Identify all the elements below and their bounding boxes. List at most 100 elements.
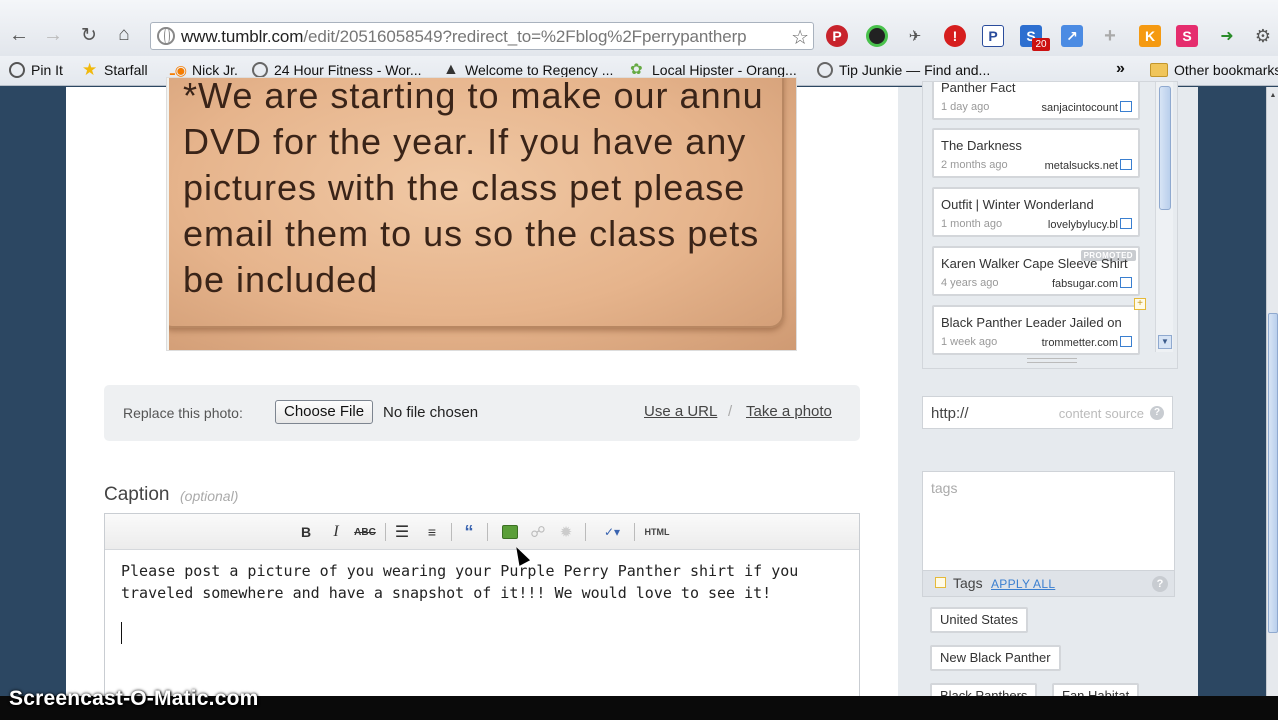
help-icon[interactable]: ? <box>1152 576 1168 592</box>
caption-optional-label: (optional) <box>180 488 239 504</box>
forward-arrow-icon[interactable]: → <box>42 22 64 48</box>
share-arrow-icon[interactable]: ↗ <box>1061 25 1083 47</box>
star-icon: ★ <box>82 60 98 79</box>
home-icon[interactable]: ⌂ <box>113 22 135 48</box>
caption-text-area[interactable]: Please post a picture of you wearing you… <box>105 550 859 702</box>
tag-chip[interactable]: Fan Habitat <box>1052 683 1140 696</box>
related-item-source[interactable]: lovelybylucy.bl <box>1048 218 1132 231</box>
related-item-time: 4 years ago <box>941 277 999 289</box>
take-photo-link[interactable]: Take a photo <box>746 403 832 420</box>
bookmark-tip-junkie[interactable]: Tip Junkie — Find and... <box>817 62 990 78</box>
toolbar-divider <box>487 523 488 541</box>
related-item[interactable]: Panther Fact 1 day ago sanjacintocount <box>932 81 1140 120</box>
italic-button[interactable]: I <box>329 523 343 541</box>
file-status-text: No file chosen <box>383 404 479 421</box>
choose-file-button[interactable]: Choose File <box>275 400 374 424</box>
link-icon[interactable]: ☍ <box>529 523 547 541</box>
toolbar-divider <box>385 523 386 541</box>
bookmark-label: Local Hipster - Orang... <box>652 62 797 78</box>
stop-extension-icon[interactable]: ! <box>944 25 966 47</box>
tag-chip[interactable]: New Black Panther <box>930 645 1061 671</box>
resize-grip[interactable] <box>1027 358 1077 363</box>
page-scrollbar-thumb[interactable] <box>1268 313 1278 633</box>
pin-icon <box>9 62 25 78</box>
spellcheck-icon[interactable]: ✓▾ <box>594 523 630 541</box>
unlink-icon[interactable]: ✹ <box>557 523 575 541</box>
p-extension-icon[interactable]: P <box>982 25 1004 47</box>
tag-chip[interactable]: Black Panthers <box>930 683 1038 696</box>
suggested-tags-bar: Tags APPLY ALL ? <box>922 571 1175 597</box>
bookmark-regency[interactable]: ▲ Welcome to Regency ... <box>443 62 613 79</box>
photo-text: *We are starting to make our annu DVD fo… <box>183 78 764 300</box>
use-url-link[interactable]: Use a URL <box>644 403 717 420</box>
related-item[interactable]: Black Panther Leader Jailed on 1 week ag… <box>932 305 1140 355</box>
related-scrollbar-thumb[interactable] <box>1159 86 1171 210</box>
bookmarks-more-chevron[interactable]: » <box>1116 60 1125 78</box>
photo-preview: *We are starting to make our annu DVD fo… <box>169 78 796 350</box>
add-extension-icon[interactable]: + <box>1099 25 1121 47</box>
tag-icon <box>935 577 946 588</box>
bookmark-label: Nick Jr. <box>192 62 238 78</box>
related-item-title: Outfit | Winter Wonderland <box>941 197 1094 212</box>
related-item-promoted[interactable]: PROMOTED Karen Walker Cape Sleeve Shirt … <box>932 246 1140 296</box>
tags-input[interactable]: tags <box>922 471 1175 571</box>
related-item-time: 2 months ago <box>941 159 1008 171</box>
bookmark-label: Pin It <box>31 62 63 78</box>
caption-text: Please post a picture of you wearing you… <box>121 562 799 602</box>
related-item-title: Panther Fact <box>941 81 1016 95</box>
nickjr-icon: ـ◉ <box>170 62 188 78</box>
bookmark-starfall[interactable]: ★ Starfall <box>82 60 148 79</box>
image-glyph <box>502 525 518 539</box>
help-icon[interactable]: ? <box>1150 406 1164 420</box>
reload-icon[interactable]: ↻ <box>78 22 100 48</box>
bookmark-star-icon[interactable]: ☆ <box>789 25 809 49</box>
back-arrow-icon[interactable]: ← <box>8 22 30 48</box>
bookmark-24-hour-fitness[interactable]: 24 Hour Fitness - Wor... <box>252 62 422 78</box>
s2-extension-icon[interactable]: S <box>1176 25 1198 47</box>
related-item-title: Karen Walker Cape Sleeve Shirt <box>941 256 1128 271</box>
related-item[interactable]: Outfit | Winter Wonderland 1 month ago l… <box>932 187 1140 237</box>
address-bar[interactable]: www.tumblr.com/edit/20516058549?redirect… <box>150 22 814 50</box>
blockquote-icon[interactable]: “ <box>460 522 478 542</box>
bold-button[interactable]: B <box>299 523 313 541</box>
tag-chip[interactable]: United States <box>930 607 1029 633</box>
related-item-title: The Darkness <box>941 138 1022 153</box>
insert-image-icon[interactable] <box>501 523 519 541</box>
pinterest-icon[interactable]: P <box>826 25 848 47</box>
scroll-up-arrow-icon[interactable]: ▲ <box>1268 91 1278 101</box>
add-related-icon[interactable]: + <box>1134 298 1146 310</box>
suggested-tags-list: United States New Black Panther Black Pa… <box>922 597 1175 696</box>
page-scrollbar[interactable]: ▲ <box>1266 87 1278 696</box>
apply-all-link[interactable]: APPLY ALL <box>991 577 1055 591</box>
content-source-input[interactable]: http:// content source ? <box>922 396 1173 429</box>
related-item-time: 1 day ago <box>941 101 990 113</box>
related-item-source[interactable]: metalsucks.net <box>1045 159 1132 172</box>
strikethrough-button[interactable]: ABC <box>353 523 377 541</box>
text-cursor <box>121 622 122 644</box>
html-mode-button[interactable]: HTML <box>643 523 671 541</box>
related-item[interactable]: The Darkness 2 months ago metalsucks.net <box>932 128 1140 178</box>
replace-photo-label: Replace this photo: <box>123 405 243 421</box>
bullet-list-icon[interactable]: ☰ <box>392 523 412 541</box>
wrench-icon[interactable]: ⚙ <box>1252 25 1274 47</box>
url-text[interactable]: www.tumblr.com/edit/20516058549?redirect… <box>181 27 747 47</box>
numbered-list-icon[interactable]: ≡ <box>422 523 442 541</box>
car-extension-icon[interactable]: ✈ <box>904 25 926 47</box>
exit-extension-icon[interactable]: ➜ <box>1216 25 1238 47</box>
bookmark-label: Tip Junkie — Find and... <box>839 62 991 78</box>
caption-heading: Caption <box>104 484 170 505</box>
ring-extension-icon[interactable] <box>866 25 888 47</box>
related-item-source[interactable]: fabsugar.com <box>1052 277 1132 290</box>
related-item-source[interactable]: trommetter.com <box>1042 336 1132 349</box>
related-item-source[interactable]: sanjacintocount <box>1042 101 1132 114</box>
bookmark-nick-jr[interactable]: ـ◉ Nick Jr. <box>170 62 238 78</box>
other-bookmarks-folder[interactable]: Other bookmarks <box>1150 62 1278 78</box>
bookmark-pin-it[interactable]: Pin It <box>9 62 63 78</box>
related-scrollbar[interactable]: ▼ <box>1155 82 1173 352</box>
scroll-down-arrow-icon[interactable]: ▼ <box>1158 335 1172 349</box>
bookmark-local-hipster[interactable]: ✿ Local Hipster - Orang... <box>630 62 797 79</box>
page: *We are starting to make our annu DVD fo… <box>0 77 1278 703</box>
url-host: www.tumblr.com <box>181 27 304 46</box>
browser-toolbar: ← → ↻ ⌂ www.tumblr.com/edit/20516058549?… <box>0 0 1278 56</box>
k-extension-icon[interactable]: K <box>1139 25 1161 47</box>
